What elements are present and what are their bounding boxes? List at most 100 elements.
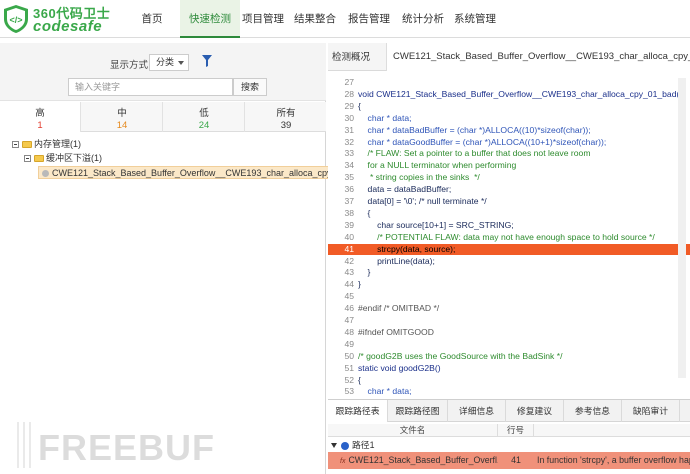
code-line: 52 { bbox=[328, 375, 690, 387]
folder-icon bbox=[34, 155, 44, 163]
code-line: 46 #endif /* OMITBAD */ bbox=[328, 303, 690, 315]
tab-fix-advice[interactable]: 修复建议 bbox=[506, 400, 564, 422]
source-code-viewer[interactable]: 27 28 void CWE121_Stack_Based_Buffer_Overf… bbox=[328, 73, 690, 399]
code-line: 39 char source[10+1] = SRC_STRING; bbox=[328, 220, 690, 232]
tab-trace-table[interactable]: 跟踪路径表 bbox=[328, 400, 388, 422]
folder-icon bbox=[22, 141, 32, 149]
code-text: data[0] = '\0'; /* null terminate */ bbox=[358, 196, 487, 206]
trace-row[interactable]: fx CWE121_Stack_Based_Buffer_Overfl... 41… bbox=[328, 452, 690, 469]
nav-item-results[interactable]: 结果整合 bbox=[292, 0, 338, 38]
line-number: 42 bbox=[344, 255, 354, 266]
nav-item-reports[interactable]: 报告管理 bbox=[346, 0, 392, 38]
tab-source-file[interactable]: CWE121_Stack_Based_Buffer_Overflow__CWE1… bbox=[386, 43, 690, 71]
code-text: data = dataBadBuffer; bbox=[358, 184, 452, 195]
nav-item-quick-scan[interactable]: 快速检测 bbox=[180, 0, 240, 38]
tab-severity-high[interactable]: 高 1 bbox=[0, 102, 81, 132]
code-line: 30 char * data; bbox=[328, 113, 690, 125]
code-line: 42 printLine(data); bbox=[328, 256, 690, 268]
code-line: 37 data[0] = '\0'; /* null terminate */ bbox=[328, 196, 690, 208]
line-number: 45 bbox=[344, 291, 354, 302]
line-number: 51 bbox=[344, 362, 354, 373]
nav-item-statistics[interactable]: 统计分析 bbox=[400, 0, 446, 38]
code-line: 43 } bbox=[328, 267, 690, 279]
code-text: for a NULL terminator when performing bbox=[358, 160, 517, 171]
code-text: char source[10+1] = SRC_STRING; bbox=[358, 219, 514, 230]
display-mode-select[interactable]: 分类 bbox=[149, 54, 189, 71]
tab-defect-audit[interactable]: 缺陷审计 bbox=[622, 400, 680, 422]
column-header-filename: 文件名 bbox=[328, 424, 498, 437]
code-text: { bbox=[358, 374, 361, 385]
line-number: 29 bbox=[344, 100, 354, 111]
code-line: 53 char * data; bbox=[328, 386, 690, 398]
shield-code-logo-icon: </> bbox=[4, 5, 28, 33]
expand-arrow-icon[interactable] bbox=[331, 443, 337, 449]
line-number: 44 bbox=[344, 279, 354, 290]
trace-panel: 跟踪路径表 跟踪路径图 详细信息 修复建议 参考信息 缺陷审计 文件名 行号 路… bbox=[328, 399, 690, 474]
code-text: char * data; bbox=[358, 112, 412, 123]
tree-node-leaf[interactable]: CWE121_Stack_Based_Buffer_Overflow__CWE1… bbox=[38, 166, 374, 179]
line-number: 41 bbox=[344, 243, 354, 254]
tree-node-label: 缓冲区下溢(1) bbox=[46, 153, 102, 163]
collapse-toggle-icon[interactable] bbox=[24, 155, 31, 163]
code-text: } bbox=[358, 267, 371, 278]
code-text: #ifndef OMITGOOD bbox=[358, 326, 434, 337]
trace-path-group[interactable]: 路径1 bbox=[328, 438, 690, 452]
code-line: 38 { bbox=[328, 208, 690, 220]
line-number: 32 bbox=[344, 136, 354, 147]
severity-count: 24 bbox=[198, 120, 210, 131]
line-number: 35 bbox=[344, 172, 354, 183]
tree-node-label: 内存管理(1) bbox=[34, 139, 81, 149]
nav-item-projects[interactable]: 项目管理 bbox=[240, 0, 286, 38]
severity-name: 中 bbox=[117, 108, 127, 119]
vertical-scrollbar[interactable] bbox=[678, 78, 686, 378]
code-line: 48 #ifndef OMITGOOD bbox=[328, 327, 690, 339]
code-line: 33 /* FLAW: Set a pointer to a buffer th… bbox=[328, 148, 690, 160]
code-line: 40 /* POTENTIAL FLAW: data may not have … bbox=[328, 232, 690, 244]
tab-file-label: CWE121_Stack_Based_Buffer_Overflow__CWE1… bbox=[393, 51, 690, 62]
brand-logo[interactable]: </> 360代码卫士 codesafe bbox=[2, 3, 132, 35]
tab-severity-medium[interactable]: 中 14 bbox=[82, 102, 163, 132]
line-number: 47 bbox=[344, 315, 354, 325]
line-number: 37 bbox=[344, 196, 354, 206]
tab-severity-low[interactable]: 低 24 bbox=[164, 102, 245, 132]
filter-funnel-icon[interactable] bbox=[202, 55, 212, 67]
tree-node-root[interactable]: 内存管理(1) bbox=[12, 138, 81, 151]
line-number: 28 bbox=[344, 88, 354, 99]
search-button[interactable]: 搜索 bbox=[233, 78, 267, 96]
nav-item-system[interactable]: 系统管理 bbox=[452, 0, 498, 38]
code-text: void CWE121_Stack_Based_Buffer_Overflow_… bbox=[358, 88, 683, 99]
code-line: 45 bbox=[328, 291, 690, 303]
nav-item-home[interactable]: 首页 bbox=[132, 0, 172, 38]
code-text: { bbox=[358, 100, 361, 111]
code-text: /* FLAW: Set a pointer to a buffer that … bbox=[358, 148, 591, 159]
line-number: 34 bbox=[344, 160, 354, 171]
code-line: 51 static void goodG2B() bbox=[328, 363, 690, 375]
line-number: 31 bbox=[344, 124, 354, 135]
line-number: 39 bbox=[344, 219, 354, 230]
code-text: char * dataBadBuffer = (char *)ALLOCA((1… bbox=[358, 124, 591, 135]
code-line: 36 data = dataBadBuffer; bbox=[328, 184, 690, 196]
code-text: } bbox=[358, 279, 361, 290]
column-header-line: 行号 bbox=[498, 424, 534, 437]
collapse-toggle-icon[interactable] bbox=[12, 141, 19, 149]
tab-trace-graph[interactable]: 跟踪路径图 bbox=[388, 400, 448, 422]
line-number: 40 bbox=[344, 231, 354, 242]
keyword-search-input[interactable]: 输入关键字 bbox=[68, 78, 233, 96]
tab-details[interactable]: 详细信息 bbox=[448, 400, 506, 422]
file-tabs: 检测概况 CWE121_Stack_Based_Buffer_Overflow_… bbox=[328, 43, 690, 71]
tree-node-child[interactable]: 缓冲区下溢(1) bbox=[24, 152, 102, 165]
line-number: 52 bbox=[344, 374, 354, 385]
freebuf-watermark-logo: FREEBUF bbox=[17, 422, 215, 468]
code-line: 50 /* goodG2B uses the GoodSource with th… bbox=[328, 351, 690, 363]
code-line: 47 bbox=[328, 315, 690, 327]
tab-references[interactable]: 参考信息 bbox=[564, 400, 622, 422]
line-number: 33 bbox=[344, 148, 354, 159]
tab-severity-all[interactable]: 所有 39 bbox=[246, 102, 326, 132]
file-icon bbox=[42, 170, 49, 178]
svg-text:</>: </> bbox=[9, 15, 22, 25]
code-text: /* goodG2B uses the GoodSource with the … bbox=[358, 350, 563, 361]
code-text: static void goodG2B() bbox=[358, 362, 441, 373]
watermark-text: FREEBUF bbox=[38, 427, 215, 468]
line-number: 27 bbox=[344, 77, 354, 87]
tab-scan-overview[interactable]: 检测概况 bbox=[332, 49, 370, 63]
